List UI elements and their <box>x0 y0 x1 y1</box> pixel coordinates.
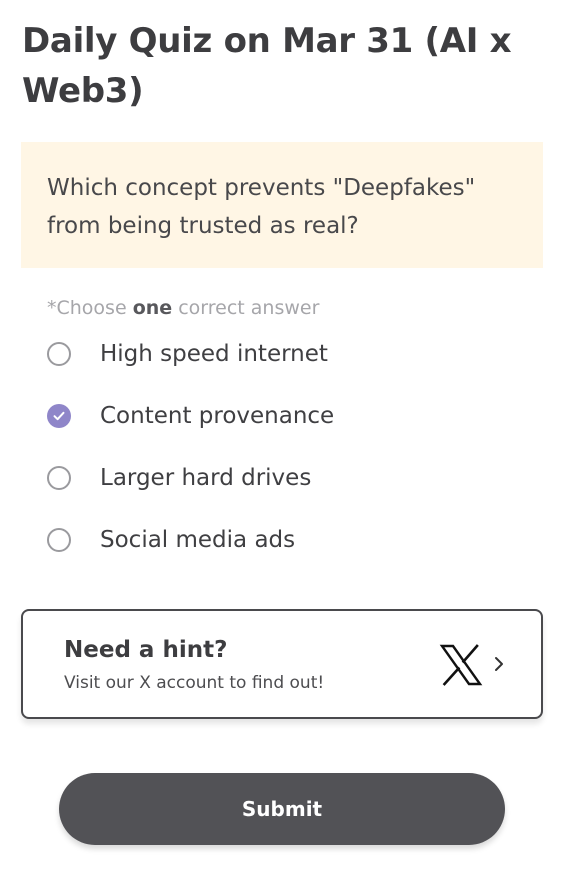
answer-option-label: Content provenance <box>100 403 335 429</box>
submit-button[interactable]: Submit <box>59 773 505 845</box>
instruction-emphasis: one <box>132 297 173 319</box>
x-logo-icon <box>439 644 483 686</box>
radio-button-icon[interactable] <box>47 528 71 552</box>
question-box: Which concept prevents "Deepfakes" from … <box>21 142 543 268</box>
hint-title: Need a hint? <box>64 637 228 663</box>
answer-instruction: *Choose one correct answer <box>47 294 319 322</box>
answer-option-label: Social media ads <box>100 527 296 553</box>
question-text: Which concept prevents "Deepfakes" from … <box>47 175 476 239</box>
answer-options: High speed internet Content provenance L… <box>47 323 527 571</box>
hint-subtitle: Visit our X account to find out! <box>64 673 325 693</box>
radio-button-icon[interactable] <box>47 342 71 366</box>
hint-card[interactable]: Need a hint? Visit our X account to find… <box>21 609 543 719</box>
chevron-right-icon <box>495 657 503 671</box>
answer-option-label: High speed internet <box>100 341 328 367</box>
page-title: Daily Quiz on Mar 31 (AI x Web3) <box>22 21 512 111</box>
answer-option[interactable]: Content provenance <box>47 385 527 447</box>
instruction-suffix: correct answer <box>172 297 320 319</box>
answer-option-label: Larger hard drives <box>100 465 312 491</box>
instruction-prefix: *Choose <box>47 297 133 319</box>
answer-option[interactable]: Larger hard drives <box>47 447 527 509</box>
radio-button-icon[interactable] <box>47 466 71 490</box>
radio-checked-icon[interactable] <box>47 404 71 428</box>
answer-option[interactable]: High speed internet <box>47 323 527 385</box>
answer-option[interactable]: Social media ads <box>47 509 527 571</box>
